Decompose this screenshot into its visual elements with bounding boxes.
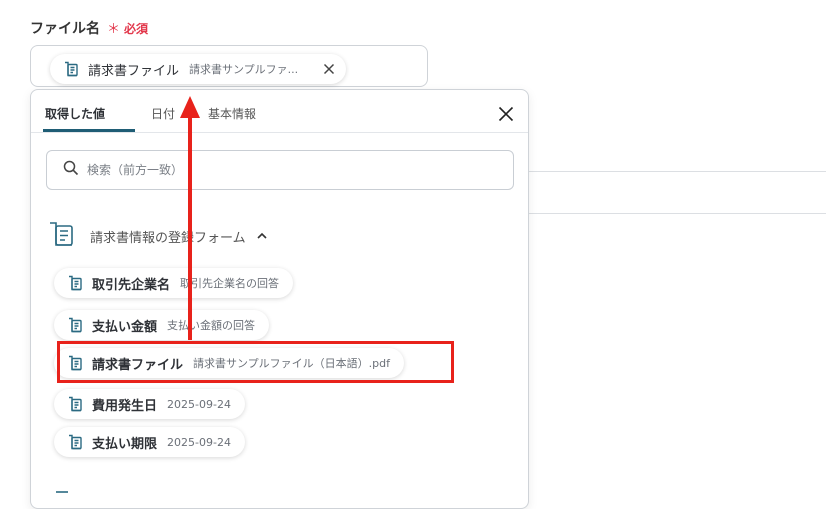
item-name: 取引先企業名 xyxy=(92,277,171,293)
close-icon[interactable] xyxy=(320,60,338,78)
chip-name: 請求書ファイル xyxy=(88,63,180,79)
background-divider xyxy=(528,171,826,172)
list-item[interactable]: 支払い金額 支払い金額の回答 xyxy=(54,310,270,340)
field-label-row: ファイル名 ＊ 必須 xyxy=(30,18,148,38)
search-input[interactable] xyxy=(85,162,469,178)
search-icon xyxy=(63,160,79,180)
search-field[interactable] xyxy=(46,150,514,190)
list-item[interactable]: 取引先企業名 取引先企業名の回答 xyxy=(54,268,294,298)
section-title: 請求書情報の登録フォーム xyxy=(90,230,246,246)
background-divider xyxy=(528,213,826,214)
item-name: 支払い金額 xyxy=(92,319,158,335)
field-label: ファイル名 xyxy=(30,21,100,37)
required-mark: ＊ xyxy=(107,22,121,37)
list-item[interactable]: 費用発生日 2025-09-24 xyxy=(54,389,245,419)
item-name: 支払い期限 xyxy=(92,436,158,452)
chip-value: 請求書サンプルファ... xyxy=(189,63,299,76)
item-name: 費用発生日 xyxy=(92,398,158,414)
item-value: 2025-09-24 xyxy=(167,435,231,449)
item-value: 取引先企業名の回答 xyxy=(180,277,280,290)
close-icon[interactable] xyxy=(497,105,515,123)
tab-date[interactable]: 日付 xyxy=(151,105,175,122)
form-icon xyxy=(46,219,76,253)
form-icon xyxy=(46,484,76,503)
section-header[interactable]: 請求書情報の登録フォーム xyxy=(46,219,268,253)
item-value: 支払い金額の回答 xyxy=(167,319,256,332)
tab-retrieved-values[interactable]: 取得した値 xyxy=(45,105,105,122)
tab-basic-info[interactable]: 基本情報 xyxy=(208,105,256,122)
required-text: 必須 xyxy=(124,22,149,36)
item-value: 2025-09-24 xyxy=(167,397,231,411)
doc-icon xyxy=(66,433,84,451)
doc-icon xyxy=(62,60,80,78)
annotation-highlight-box xyxy=(57,341,454,383)
doc-icon xyxy=(66,395,84,413)
selected-value-chip[interactable]: 請求書ファイル 請求書サンプルファ... xyxy=(50,54,346,84)
doc-icon xyxy=(66,274,84,292)
active-tab-indicator xyxy=(43,129,135,132)
doc-icon xyxy=(66,316,84,334)
tabs-divider xyxy=(31,132,528,133)
list-item[interactable]: 支払い期限 2025-09-24 xyxy=(54,427,245,457)
chevron-up-icon[interactable] xyxy=(256,227,268,246)
